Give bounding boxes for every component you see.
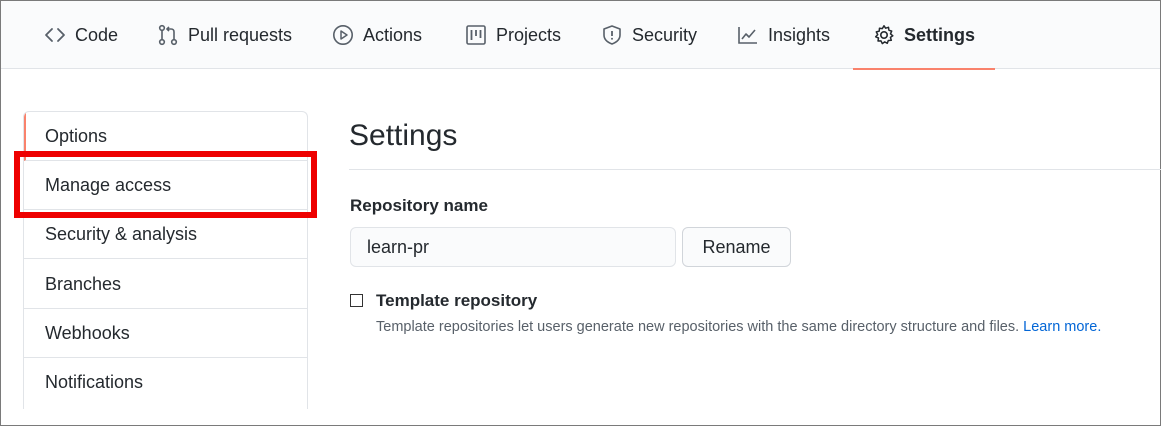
tab-projects-label: Projects xyxy=(496,24,562,45)
sidebar-item-label: Options xyxy=(45,125,108,146)
template-repository-label: Template repository xyxy=(376,291,538,310)
sidebar-item-label: Branches xyxy=(45,273,122,294)
pull-request-icon xyxy=(157,24,179,46)
sidebar-item-label: Manage access xyxy=(45,174,172,195)
code-icon xyxy=(44,24,66,46)
graph-icon xyxy=(737,24,759,46)
sidebar-item-webhooks[interactable]: Webhooks xyxy=(24,309,307,358)
learn-more-link[interactable]: Learn more. xyxy=(1023,319,1101,335)
tab-actions-label: Actions xyxy=(363,24,423,45)
tab-actions[interactable]: Actions xyxy=(332,1,422,69)
template-repository-description: Template repositories let users generate… xyxy=(376,319,1101,335)
tab-pull-requests-label: Pull requests xyxy=(188,24,293,45)
tab-security-label: Security xyxy=(632,24,698,45)
play-icon xyxy=(332,24,354,46)
tab-insights-label: Insights xyxy=(768,24,831,45)
sidebar-item-security-analysis[interactable]: Security & analysis xyxy=(24,210,307,259)
tab-settings-label: Settings xyxy=(904,24,976,45)
sidebar-item-branches[interactable]: Branches xyxy=(24,260,307,309)
tab-code[interactable]: Code xyxy=(44,1,118,69)
sidebar-item-label: Notifications xyxy=(45,372,144,392)
repository-name-input[interactable] xyxy=(350,227,676,267)
title-divider xyxy=(349,169,1161,170)
gear-icon xyxy=(873,24,895,46)
repo-tab-bar: Code Pull requests Actions Projects Secu… xyxy=(1,1,1160,70)
sidebar-item-options[interactable]: Options xyxy=(24,112,307,161)
template-repository-checkbox[interactable] xyxy=(350,294,363,307)
tab-projects[interactable]: Projects xyxy=(465,1,561,69)
sidebar-item-label: Security & analysis xyxy=(45,223,198,244)
sidebar-item-manage-access[interactable]: Manage access xyxy=(24,161,307,210)
tab-insights[interactable]: Insights xyxy=(737,1,830,69)
template-description-text: Template repositories let users generate… xyxy=(376,319,1020,335)
tab-code-label: Code xyxy=(75,24,119,45)
repository-name-label: Repository name xyxy=(350,196,488,215)
tab-security[interactable]: Security xyxy=(601,1,697,69)
tab-settings[interactable]: Settings xyxy=(852,1,996,70)
rename-button[interactable]: Rename xyxy=(682,227,791,267)
sidebar-item-label: Webhooks xyxy=(45,322,130,343)
shield-icon xyxy=(601,24,623,46)
page-title: Settings xyxy=(349,119,458,152)
sidebar-item-notifications[interactable]: Notifications xyxy=(24,358,307,407)
settings-sidebar: Options Manage access Security & analysi… xyxy=(23,111,308,409)
tab-pull-requests[interactable]: Pull requests xyxy=(157,1,292,69)
project-icon xyxy=(465,24,487,46)
